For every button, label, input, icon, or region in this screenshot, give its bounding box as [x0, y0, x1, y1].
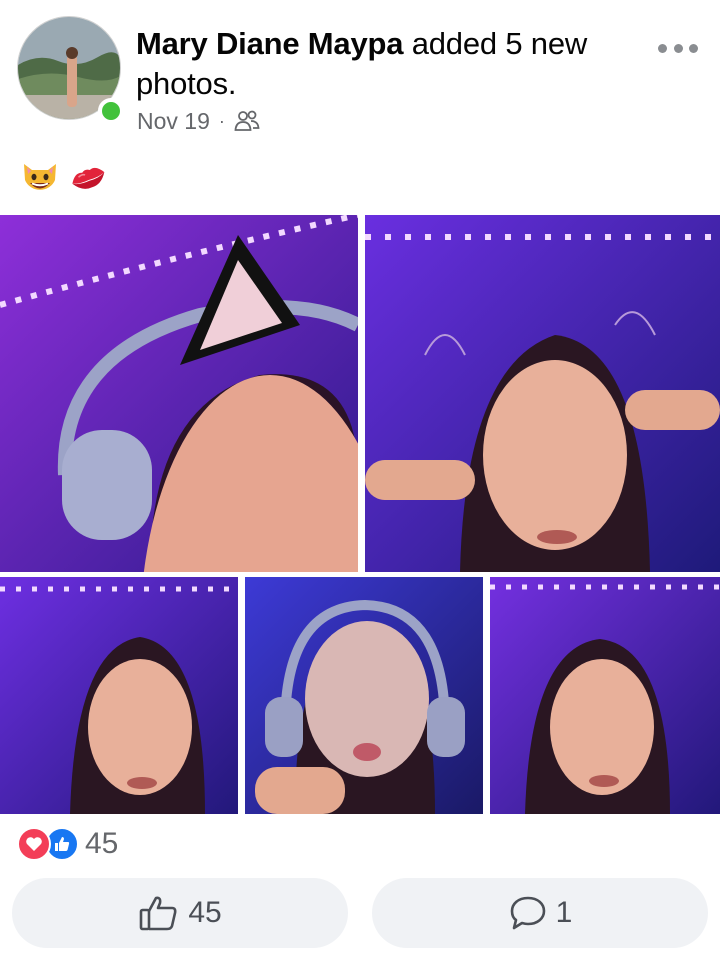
- post-actions: 45 1: [12, 878, 708, 948]
- post-meta: Nov 19 ·: [137, 106, 260, 136]
- comment-icon: [508, 894, 548, 932]
- author-name[interactable]: Mary Diane Maypa: [136, 26, 403, 61]
- love-reaction-icon: [17, 827, 51, 861]
- online-status-indicator: [98, 98, 124, 124]
- author-avatar-wrap[interactable]: [17, 16, 124, 124]
- photo-1[interactable]: [0, 215, 358, 572]
- comment-button[interactable]: 1: [372, 878, 708, 948]
- photo-3[interactable]: [0, 577, 238, 814]
- meta-separator: ·: [218, 110, 225, 131]
- more-options-icon[interactable]: [658, 36, 698, 60]
- grinning-cat-emoji: [19, 156, 61, 198]
- kiss-mark-emoji: [67, 156, 109, 198]
- friends-icon[interactable]: [234, 110, 260, 132]
- like-button[interactable]: 45: [12, 878, 348, 948]
- comment-count: 1: [555, 896, 573, 929]
- reactions-summary[interactable]: 45: [17, 826, 118, 862]
- photo-2[interactable]: [365, 215, 720, 572]
- reaction-count: 45: [85, 827, 119, 860]
- photo-4[interactable]: [245, 577, 483, 814]
- photo-5[interactable]: [490, 577, 720, 814]
- post-date[interactable]: Nov 19: [137, 108, 210, 135]
- post-header: Mary Diane Maypa added 5 new photos. Nov…: [0, 0, 720, 150]
- post-caption: [19, 156, 109, 198]
- thumbs-up-icon: [138, 894, 180, 932]
- like-count: 45: [188, 896, 222, 929]
- post-title: Mary Diane Maypa added 5 new photos.: [136, 24, 606, 104]
